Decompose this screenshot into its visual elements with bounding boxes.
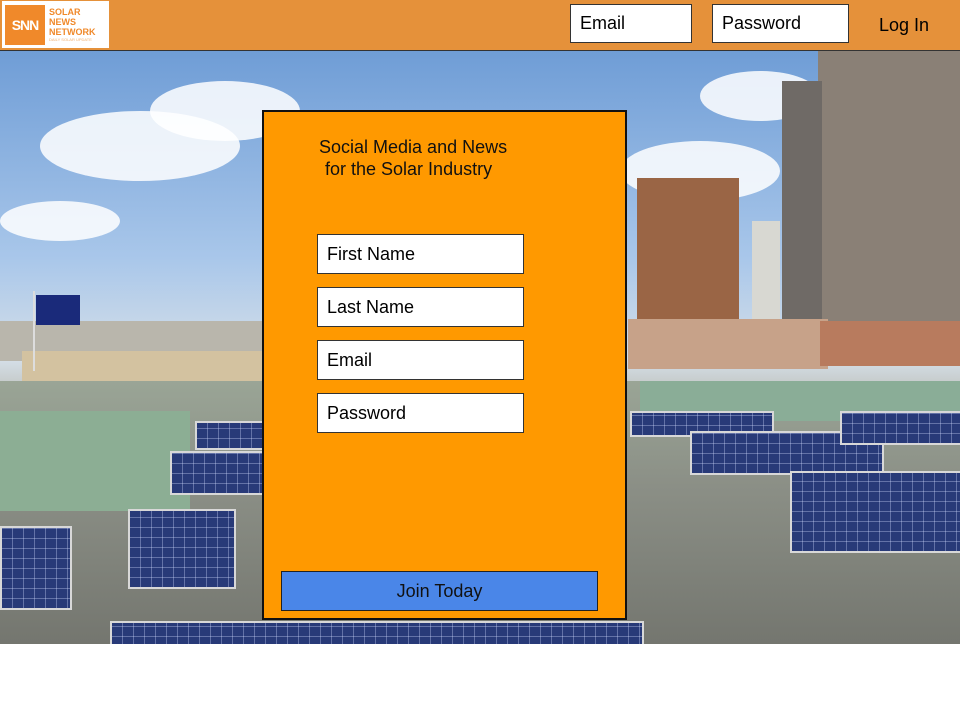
- solar-panel: [0, 526, 72, 610]
- building: [628, 319, 828, 369]
- logo-wordmark: SOLAR NEWS NETWORK DAILY SOLAR UPDATE: [49, 7, 96, 43]
- logo-tagline: DAILY SOLAR UPDATE: [49, 36, 92, 42]
- last-name-field[interactable]: [317, 287, 524, 327]
- logo-word: SOLAR: [49, 6, 81, 17]
- tagline-line: Social Media and News: [319, 137, 508, 157]
- solar-panel: [840, 411, 960, 445]
- header-email-input[interactable]: [570, 4, 692, 43]
- logo-word: NETWORK: [49, 26, 96, 37]
- solar-panel: [170, 451, 266, 495]
- top-nav-bar: SNN SOLAR NEWS NETWORK DAILY SOLAR UPDAT…: [0, 0, 960, 51]
- header-password-input[interactable]: [712, 4, 849, 43]
- solar-panel: [790, 471, 960, 553]
- signup-email-field[interactable]: [317, 340, 524, 380]
- signup-tagline: Social Media and News for the Solar Indu…: [319, 136, 579, 180]
- building: [820, 321, 960, 366]
- logo-word: NEWS: [49, 16, 76, 27]
- building: [818, 51, 960, 341]
- join-today-button[interactable]: Join Today: [281, 571, 598, 611]
- australian-flag: [36, 295, 80, 325]
- logo[interactable]: SNN SOLAR NEWS NETWORK DAILY SOLAR UPDAT…: [2, 1, 109, 48]
- login-button[interactable]: Log In: [866, 8, 942, 42]
- solar-panel: [110, 621, 644, 644]
- building: [782, 81, 822, 341]
- green-roof: [0, 411, 190, 511]
- solar-panel: [128, 509, 236, 589]
- signup-card: Social Media and News for the Solar Indu…: [262, 110, 627, 620]
- flagpole: [33, 291, 35, 371]
- signup-password-field[interactable]: [317, 393, 524, 433]
- solar-panel: [195, 421, 266, 450]
- first-name-field[interactable]: [317, 234, 524, 274]
- cloud: [0, 201, 120, 241]
- tagline-line: for the Solar Industry: [325, 159, 493, 179]
- logo-mark: SNN: [5, 4, 45, 45]
